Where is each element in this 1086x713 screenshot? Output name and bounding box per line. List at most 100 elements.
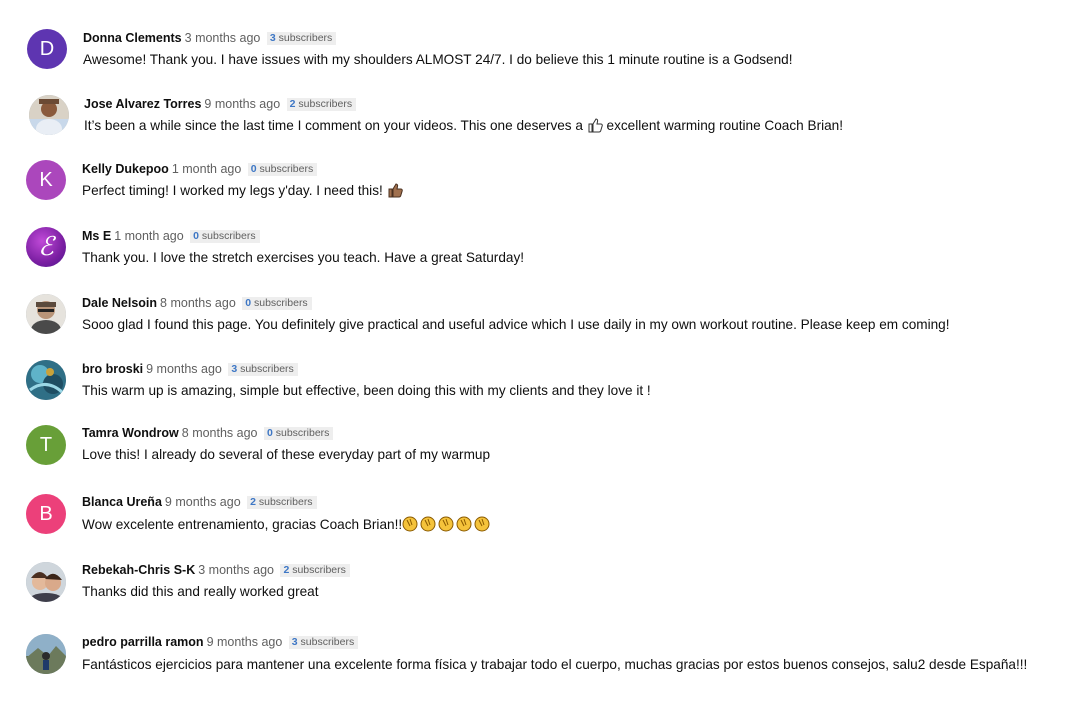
comment-header: Donna Clements 3 months ago 3 subscribers: [83, 30, 337, 46]
comment-header: Jose Alvarez Torres 9 months ago 2 subscr…: [84, 96, 357, 112]
subscriber-label: subscribers: [278, 32, 333, 44]
avatar[interactable]: D: [27, 29, 67, 69]
comment-item: D Donna Clements 3 months ago 3 subscribe…: [0, 22, 1086, 82]
user-photo-icon: [26, 294, 66, 334]
avatar[interactable]: [26, 294, 66, 334]
comment-header: Blanca Ureña 9 months ago 2 subscribers: [82, 494, 317, 510]
user-photo-icon: [29, 95, 69, 135]
subscriber-count: 3: [291, 636, 298, 648]
comment-header: Tamra Wondrow 8 months ago 0 subscribers: [82, 425, 334, 441]
subscriber-badge: 3 subscribers: [228, 363, 298, 376]
subscriber-count: 0: [266, 427, 273, 439]
avatar[interactable]: ℰ: [26, 227, 66, 267]
subscriber-badge: 0 subscribers: [242, 297, 312, 310]
subscriber-label: subscribers: [258, 496, 313, 508]
comment-text-part: excellent warming routine Coach Brian!: [606, 118, 844, 133]
comment-item: pedro parrilla ramon 9 months ago 3 subsc…: [0, 627, 1086, 687]
user-photo-icon: [26, 562, 66, 602]
comment-item: Rebekah-Chris S-K 3 months ago 2 subscrib…: [0, 555, 1086, 615]
comment-text: Fantásticos ejercicios para mantener una…: [82, 657, 1028, 672]
subscriber-badge: 0 subscribers: [247, 163, 318, 176]
subscriber-badge: 2 subscribers: [247, 496, 317, 509]
thumbs-up-icon: [587, 117, 603, 138]
comment-item: T Tamra Wondrow 8 months ago 0 subscriber…: [0, 418, 1086, 478]
avatar[interactable]: [26, 634, 66, 674]
comment-text: Perfect timing! I worked my legs y'day. …: [82, 182, 403, 203]
subscriber-badge: 0 subscribers: [263, 427, 334, 440]
clapping-hands-icon: [402, 515, 492, 537]
avatar[interactable]: B: [26, 494, 66, 534]
author-name[interactable]: Rebekah-Chris S-K: [82, 563, 195, 577]
comment-header: Kelly Dukepoo 1 month ago 0 subscribers: [82, 161, 318, 177]
comment-text: Thank you. I love the stretch exercises …: [82, 250, 525, 265]
comment-item: B Blanca Ureña 9 months ago 2 subscribers…: [0, 487, 1086, 547]
author-name[interactable]: Ms E: [82, 229, 111, 243]
comment-text-part: Wow excelente entrenamiento, gracias Coa…: [82, 517, 403, 532]
comment-item: Dale Nelsoin 8 months ago 0 subscribers S…: [0, 287, 1086, 347]
comment-text-part: It’s been a while since the last time I …: [84, 118, 583, 133]
author-name[interactable]: bro broski: [82, 362, 143, 376]
subscriber-label: subscribers: [275, 427, 330, 439]
comment-header: Ms E1 month ago 0 subscribers: [82, 228, 260, 244]
comment-header: bro broski 9 months ago 3 subscribers: [82, 361, 298, 377]
comment-time[interactable]: 1 month ago: [172, 162, 242, 176]
comment-time[interactable]: 9 months ago: [207, 635, 283, 649]
subscriber-label: subscribers: [292, 564, 346, 576]
author-name[interactable]: Donna Clements: [83, 31, 182, 45]
user-photo-icon: [26, 360, 66, 400]
avatar-letter: K: [39, 168, 53, 191]
comment-header: Dale Nelsoin 8 months ago 0 subscribers: [82, 295, 312, 311]
avatar[interactable]: [29, 95, 69, 135]
comment-text: Love this! I already do several of these…: [82, 447, 491, 462]
author-name[interactable]: pedro parrilla ramon: [82, 635, 204, 649]
subscriber-label: subscribers: [298, 98, 353, 110]
comment-text: It’s been a while since the last time I …: [84, 117, 843, 138]
subscriber-count: 3: [269, 32, 276, 44]
comment-time[interactable]: 9 months ago: [146, 362, 222, 376]
subscriber-count: 0: [250, 163, 257, 175]
comment-time[interactable]: 3 months ago: [185, 31, 261, 45]
avatar-letter: B: [39, 502, 53, 525]
subscriber-count: 2: [250, 496, 256, 508]
subscriber-badge: 2 subscribers: [286, 98, 357, 111]
avatar[interactable]: [26, 562, 66, 602]
avatar-letter: T: [39, 433, 53, 456]
avatar[interactable]: [26, 360, 66, 400]
subscriber-badge: 3 subscribers: [288, 636, 359, 649]
comment-time[interactable]: 9 months ago: [204, 97, 280, 111]
subscriber-count: 0: [193, 230, 199, 242]
comment-text-part: Perfect timing! I worked my legs y'day. …: [82, 183, 383, 198]
comment-text: This warm up is amazing, simple but effe…: [82, 383, 651, 398]
subscriber-count: 0: [245, 297, 252, 309]
subscriber-label: subscribers: [201, 230, 256, 242]
comment-text: Awesome! Thank you. I have issues with m…: [83, 52, 793, 67]
comment-item: Jose Alvarez Torres 9 months ago 2 subscr…: [0, 88, 1086, 148]
user-photo-icon: [26, 634, 66, 674]
comment-item: bro broski 9 months ago 3 subscribers Thi…: [0, 353, 1086, 413]
subscriber-count: 3: [231, 363, 238, 375]
author-name[interactable]: Dale Nelsoin: [82, 296, 157, 310]
avatar-letter: ℰ: [38, 232, 54, 262]
comment-item: K Kelly Dukepoo 1 month ago 0 subscribers…: [0, 153, 1086, 213]
comment-time[interactable]: 1 month ago: [114, 229, 184, 243]
author-name[interactable]: Kelly Dukepoo: [82, 162, 169, 176]
comment-time[interactable]: 9 months ago: [165, 495, 241, 509]
author-name[interactable]: Blanca Ureña: [82, 495, 162, 509]
comment-time[interactable]: 3 months ago: [198, 563, 274, 577]
comment-time[interactable]: 8 months ago: [182, 426, 258, 440]
comment-header: pedro parrilla ramon 9 months ago 3 subsc…: [82, 634, 359, 650]
thumbs-up-icon: [387, 182, 403, 203]
subscriber-label: subscribers: [300, 636, 355, 648]
subscriber-label: subscribers: [254, 297, 308, 309]
subscriber-count: 2: [289, 98, 296, 110]
author-name[interactable]: Tamra Wondrow: [82, 426, 179, 440]
avatar[interactable]: T: [26, 425, 66, 465]
comment-item: ℰ Ms E1 month ago 0 subscribers Thank yo…: [0, 220, 1086, 280]
avatar-letter: D: [39, 37, 55, 60]
avatar[interactable]: K: [26, 160, 66, 200]
author-name[interactable]: Jose Alvarez Torres: [84, 97, 201, 111]
subscriber-badge: 3 subscribers: [266, 32, 337, 45]
comment-text: Wow excelente entrenamiento, gracias Coa…: [82, 515, 492, 537]
comment-time[interactable]: 8 months ago: [160, 296, 236, 310]
comment-text: Sooo glad I found this page. You definit…: [82, 317, 950, 332]
